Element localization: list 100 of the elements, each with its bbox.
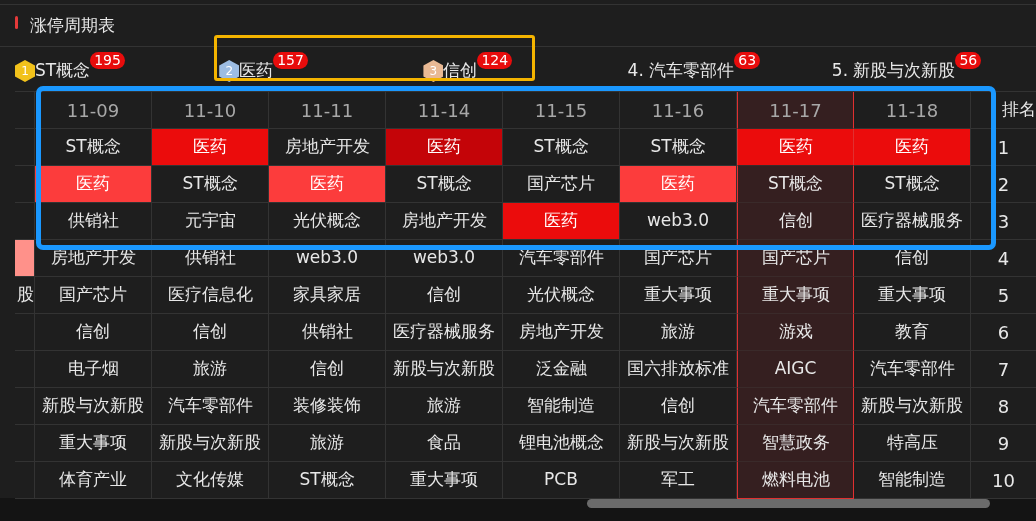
table-cell-text: 供销社	[66, 209, 120, 233]
date-header[interactable]: 11-17	[737, 92, 854, 129]
table-cell-text: 汽车零部件	[166, 394, 254, 418]
table-cell-text: 供销社	[300, 320, 354, 344]
count-badge: 63	[734, 51, 761, 69]
rank-number: 8	[971, 388, 1036, 425]
table-cell-text: 重大事项	[58, 431, 128, 455]
table-cell-text: web3.0	[411, 246, 477, 270]
table-cell-text: ST概念	[883, 172, 941, 196]
table-cell-text: 旅游	[309, 431, 345, 455]
rank-number: 6	[971, 314, 1036, 351]
table-cell-text: 重大事项	[877, 283, 947, 307]
table-cell-text: 光伏概念	[526, 283, 596, 307]
table-cell-text: 电子烟	[66, 357, 120, 381]
table-cell-text: 重大事项	[409, 468, 479, 492]
date-header[interactable]: 11-11	[269, 92, 386, 129]
table-cell-text: 军工	[660, 468, 696, 492]
table-cell-text: 国产芯片	[58, 283, 128, 307]
table-cell-text: 元宇宙	[183, 209, 237, 233]
table-cell-text: 国六排放标准	[626, 357, 730, 381]
table-cell-text: 重大事项	[760, 283, 831, 307]
table-cell-text: 汽车零部件	[752, 394, 839, 418]
table-cell-text: 供销社	[183, 246, 237, 270]
table-cell-text: 房地产开发	[283, 135, 371, 159]
top-item-label[interactable]: ST概念	[35, 58, 91, 84]
table-cell-text: 医疗器械服务	[860, 209, 964, 233]
table-cell-text: 光伏概念	[292, 209, 362, 233]
table-cell: 医药	[269, 166, 385, 202]
table-cell-text: 家具家居	[292, 283, 362, 307]
title-accent-bar	[15, 16, 18, 29]
table-cell-text: 体育产业	[58, 468, 128, 492]
table-cell-text: 智慧政务	[760, 431, 831, 455]
top-item-label[interactable]: 医药	[239, 58, 274, 84]
table-cell-text: 股	[17, 283, 34, 307]
table-cell-text: 重大事项	[643, 283, 713, 307]
table-cell-text: 教育	[894, 320, 930, 344]
table-cell: 医药	[738, 129, 853, 165]
table-cell-text: 智能制造	[877, 468, 947, 492]
table-cell-text: 汽车零部件	[517, 246, 605, 270]
table-cell: 医药	[620, 166, 736, 202]
rank-number: 5	[971, 277, 1036, 314]
table-cell-text: 泛金融	[534, 357, 588, 381]
date-header[interactable]: 11-15	[503, 92, 620, 129]
table-cell: 医药	[854, 129, 970, 165]
table-cell-text: 医疗器械服务	[392, 320, 496, 344]
table-cell: 医药	[152, 129, 268, 165]
table-cell-text: 新股与次新股	[392, 357, 496, 381]
table-cell-text: ST概念	[649, 135, 707, 159]
table-cell-text: 旅游	[660, 320, 696, 344]
table-cell-text: 游戏	[777, 320, 814, 344]
table-cell-text: 新股与次新股	[158, 431, 262, 455]
rank-number: 7	[971, 351, 1036, 388]
table-cell-text: 旅游	[426, 394, 462, 418]
rank-number: 9	[971, 425, 1036, 462]
table-cell-text: 信创	[192, 320, 228, 344]
table-cell-text: web3.0	[294, 246, 360, 270]
table-cell-text: 旅游	[192, 357, 228, 381]
table-cell-text: 汽车零部件	[868, 357, 956, 381]
table-cell-text: ST概念	[298, 468, 356, 492]
table-cell-text: 房地产开发	[49, 246, 137, 270]
table-cell-text: AIGC	[773, 357, 818, 381]
rank-medal: 1	[15, 60, 35, 82]
top-item-label[interactable]: 信创	[443, 58, 478, 84]
count-badge: 124	[477, 51, 513, 69]
table-cell-text: 新股与次新股	[626, 431, 730, 455]
table-cell-text: 房地产开发	[400, 209, 488, 233]
table-cell-text: 信创	[894, 246, 930, 270]
count-badge: 56	[955, 51, 982, 69]
table-cell-text: ST概念	[181, 172, 239, 196]
table-cell-text: 新股与次新股	[860, 394, 964, 418]
table-cell-text: 信创	[309, 357, 345, 381]
table-cell-text: web3.0	[645, 209, 711, 233]
table-cell-text: 医疗信息化	[166, 283, 254, 307]
rank-number: 2	[971, 166, 1036, 203]
table-cell: 医药	[386, 129, 502, 165]
table-cell-text: PCB	[543, 468, 579, 492]
table-cell-text: 信创	[75, 320, 111, 344]
table-cell: 医药	[503, 203, 619, 239]
table-cell-text: 国产芯片	[760, 246, 831, 270]
rank-header: 排名	[971, 92, 1036, 129]
table-cell-text: ST概念	[415, 172, 473, 196]
panel-title: 涨停周期表	[30, 13, 115, 37]
table-cell-text: ST概念	[766, 172, 825, 196]
date-header[interactable]: 11-09	[35, 92, 152, 129]
table-cell-text: 国产芯片	[643, 246, 713, 270]
top-item-label[interactable]: 4. 汽车零部件	[627, 58, 735, 84]
table-cell-text: 锂电池概念	[517, 431, 605, 455]
table-cell-text: ST概念	[532, 135, 590, 159]
table-cell: 医药	[35, 166, 151, 202]
rank-number: 4	[971, 240, 1036, 277]
top-item-label[interactable]: 5. 新股与次新股	[831, 58, 956, 84]
table-cell-text: 房地产开发	[517, 320, 605, 344]
scrollbar-thumb[interactable]	[587, 499, 990, 508]
table-cell-text: 信创	[426, 283, 462, 307]
table-cell-text: ST概念	[64, 135, 122, 159]
table-cell-text: 信创	[777, 209, 814, 233]
table-cell-text: 文化传媒	[175, 468, 245, 492]
count-badge: 195	[90, 51, 125, 69]
table-cell-text: 信创	[660, 394, 696, 418]
table-cell-text: 国产芯片	[526, 172, 596, 196]
